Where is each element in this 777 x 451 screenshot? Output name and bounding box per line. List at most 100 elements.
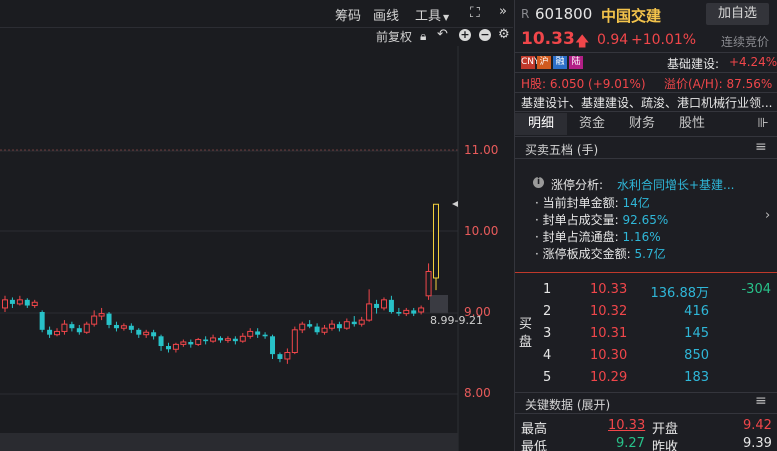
tab-finance[interactable]: 财务: [617, 113, 667, 135]
key-data-toggle[interactable]: 关键数据 (展开): [525, 396, 610, 413]
bid-price: 10.30: [590, 348, 628, 363]
bid-row[interactable]: 4 10.30 850: [537, 346, 773, 368]
candle-body: [31, 301, 38, 307]
tab-more-icon[interactable]: ⊪: [751, 113, 775, 135]
candle-body: [299, 323, 306, 331]
prev-close-label: 昨收: [652, 440, 679, 451]
high-label: 最高: [521, 422, 548, 437]
candle-body: [262, 334, 268, 337]
h-share-quote[interactable]: H股: 6.050 (+9.01%): [521, 75, 646, 92]
bid-volume: 145: [684, 326, 709, 341]
tools-button[interactable]: 工具 ▼: [415, 5, 449, 24]
sh-connect-tag[interactable]: 沪: [537, 56, 551, 69]
lock-icon[interactable]: 🔒︎: [420, 29, 426, 43]
stock-code: 601800: [535, 5, 593, 23]
bid-row[interactable]: 3 10.31 145: [537, 324, 773, 346]
bid-volume: 416: [684, 304, 709, 319]
candle-body: [224, 338, 231, 341]
candle-body: [83, 323, 90, 333]
bid-row[interactable]: 2 10.32 416: [537, 302, 773, 324]
bid-row[interactable]: 1 10.33 136.88万 -304: [537, 280, 773, 302]
candle-body: [39, 312, 45, 330]
candle-body: [91, 315, 98, 325]
zoom-out-icon[interactable]: −: [479, 29, 491, 41]
candle-body: [24, 299, 30, 306]
menu-icon[interactable]: ≡: [755, 393, 767, 409]
expand-right-icon[interactable]: »: [499, 5, 507, 19]
bid-side-label: 买盘: [519, 317, 533, 350]
candle-body: [328, 323, 335, 329]
chart-panel: 筹码 画线 工具 ▼ ⛶ » 前复权 🔒︎ ↶ + − ⚙ 11.00 10.00…: [0, 0, 513, 451]
candle-body: [232, 338, 238, 342]
tab-funds[interactable]: 资金: [567, 113, 617, 135]
chips-button[interactable]: 筹码: [335, 5, 361, 24]
bid-level: 3: [543, 326, 552, 341]
fullscreen-icon[interactable]: ⛶: [470, 6, 480, 20]
cny-tag[interactable]: CNY: [521, 56, 540, 69]
undo-icon[interactable]: ↶: [437, 28, 448, 42]
bid-level: 1: [543, 282, 552, 297]
menu-icon[interactable]: ≡: [755, 139, 767, 155]
dropdown-caret-icon: ▼: [443, 13, 450, 22]
candle-body: [247, 330, 254, 337]
price-change-pct: +10.01%: [631, 32, 697, 48]
candle-body: [307, 324, 313, 327]
candle-body: [358, 319, 365, 325]
tab-stock-traits[interactable]: 股性: [667, 113, 717, 135]
candle-body: [218, 337, 223, 341]
bid-level: 4: [543, 348, 552, 363]
candle-body: [165, 346, 171, 350]
candle-body: [418, 307, 425, 313]
bid-level: 5: [543, 370, 552, 385]
chevron-right-icon[interactable]: ›: [765, 208, 770, 223]
range-highlight: [430, 294, 448, 313]
current-marker-icon: [452, 201, 458, 207]
connect-tag[interactable]: 陆: [569, 56, 583, 69]
prev-close-value: 9.39: [743, 436, 772, 451]
candle-body: [76, 328, 82, 333]
bid-price: 10.32: [590, 304, 628, 319]
candle-body: [151, 332, 157, 337]
open-label: 开盘: [652, 422, 679, 437]
limit-up-title: 涨停分析:: [551, 178, 604, 192]
candle-body: [314, 326, 320, 333]
candle-body: [277, 354, 283, 359]
business-summary[interactable]: 基建设计、基建建设、疏浚、港口机械行业领...: [521, 94, 772, 111]
candle-body: [158, 336, 164, 347]
bid-volume: 850: [684, 348, 709, 363]
high-value[interactable]: 10.33: [608, 418, 645, 433]
candle-body: [2, 299, 8, 309]
zoom-in-icon[interactable]: +: [459, 29, 471, 41]
bid-row[interactable]: 5 10.29 183: [537, 368, 773, 390]
candlestick-chart[interactable]: [0, 46, 513, 451]
gear-icon[interactable]: ⚙: [498, 28, 510, 42]
add-watchlist-button[interactable]: 加自选: [706, 3, 769, 25]
sector-pct: +4.24%: [729, 55, 777, 69]
candle-body: [336, 324, 342, 329]
low-value: 9.27: [616, 436, 645, 451]
draw-line-button[interactable]: 画线: [373, 5, 399, 24]
candle-body: [210, 337, 217, 342]
candle-body: [128, 325, 134, 330]
candle-body: [321, 327, 328, 333]
info-icon: i: [533, 177, 544, 188]
bid-price: 10.31: [590, 326, 628, 341]
bid-level: 2: [543, 304, 552, 319]
candle-body: [188, 341, 194, 345]
limit-line: · 封单占流通盘: 1.16%: [535, 230, 661, 244]
chart-scrollbar[interactable]: [0, 433, 458, 451]
sector-label[interactable]: 基础建设:: [667, 55, 719, 72]
candle-body: [61, 323, 68, 332]
margin-tag[interactable]: 融: [553, 56, 567, 69]
candle-body: [291, 329, 298, 354]
candle-body: [284, 352, 291, 360]
adjust-mode-select[interactable]: 前复权: [376, 28, 412, 45]
open-value: 9.42: [743, 418, 772, 433]
ah-premium: 溢价(A/H): 87.56%: [664, 77, 773, 91]
candle-body: [270, 336, 276, 355]
tab-detail[interactable]: 明细: [515, 113, 567, 135]
limit-up-reason[interactable]: 水利合同增长+基建...: [617, 176, 735, 193]
bid-price: 10.29: [590, 370, 628, 385]
candle-body: [433, 203, 439, 279]
candle-body: [380, 299, 387, 309]
